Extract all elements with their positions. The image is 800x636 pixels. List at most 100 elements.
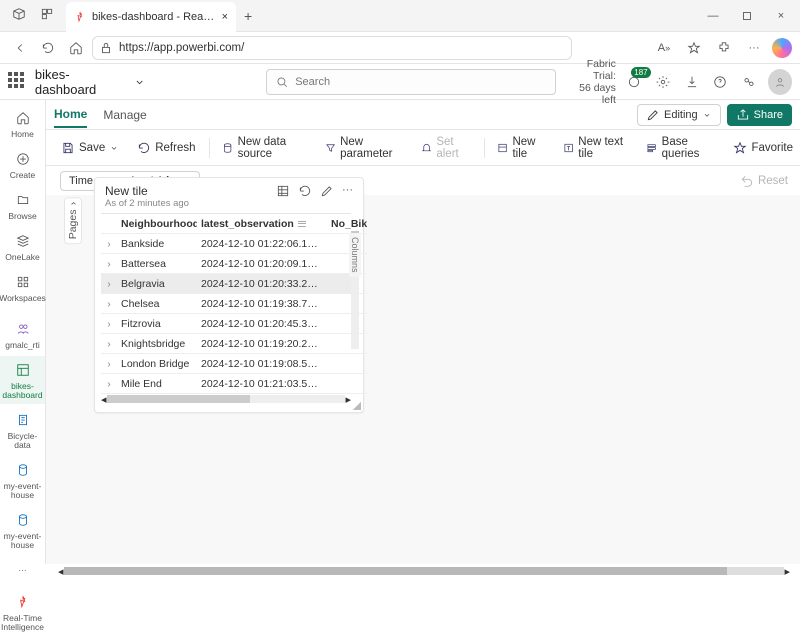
search-icon [275,75,289,89]
rail-gmalc-rti[interactable]: gmalc_rti [0,315,45,354]
col-neighbourhood[interactable]: Neighbourhood [117,214,197,234]
rail-rti[interactable]: Real-Time Intelligence [0,588,45,636]
bell-icon [421,141,432,155]
tile-table-icon[interactable] [276,184,290,201]
rail-my-event-house-1[interactable]: my-event-house [0,456,45,504]
powerbi-favicon [74,11,86,23]
lock-icon [99,41,113,55]
favorite-star-icon[interactable] [682,36,706,60]
col-latest-observation[interactable]: latest_observation [197,214,327,234]
help-icon[interactable] [710,71,731,93]
table-row[interactable]: ›Battersea2024-12-10 01:20:09.1020 [101,254,351,274]
canvas-horizontal-scrollbar[interactable]: ◂▸ [58,566,790,576]
col-no-bikes[interactable]: No_Bikes [327,214,367,234]
refresh-icon [137,141,151,155]
url-input[interactable]: https://app.powerbi.com/ [92,36,572,60]
rail-my-event-house-2[interactable]: my-event-house [0,506,45,554]
refresh-button[interactable]: Refresh [130,139,202,157]
new-parameter-button[interactable]: New parameter [318,134,410,162]
rail-onelake[interactable]: OneLake [0,227,45,266]
extensions-icon[interactable] [712,36,736,60]
user-avatar[interactable] [768,69,793,95]
maximize-button[interactable] [732,2,762,30]
close-window-button[interactable]: × [766,2,796,30]
home-browser-button[interactable] [64,36,88,60]
tab-manage[interactable]: Manage [103,103,146,127]
columns-panel-toggle[interactable]: Columns [349,233,361,277]
more-browser-icon[interactable]: ··· [742,36,766,60]
workspace-name: bikes-dashboard [35,67,126,97]
new-data-source-button[interactable]: New data source [215,134,314,162]
tile-refresh-icon[interactable] [298,184,312,201]
database-icon [222,141,233,155]
table-row[interactable]: ›Belgravia2024-12-10 01:20:33.2950 [101,274,351,294]
settings-gear-icon[interactable] [653,71,674,93]
rail-create[interactable]: Create [0,145,45,184]
navigation-rail: Home Create Browse OneLake Workspaces gm… [0,100,46,564]
back-button[interactable] [8,36,32,60]
notification-badge: 187 [631,67,650,78]
app-launcher-icon[interactable] [8,72,27,92]
reset-button[interactable]: Reset [740,174,788,188]
copilot-icon[interactable] [772,38,792,58]
rail-browse[interactable]: Browse [0,186,45,225]
editing-mode-button[interactable]: Editing [637,104,721,126]
tile-more-icon[interactable]: ··· [342,184,353,201]
tile-title: New tile [105,184,189,198]
feedback-icon[interactable] [739,71,760,93]
new-tab-button[interactable]: + [236,4,260,28]
queries-icon [646,141,657,155]
url-text: https://app.powerbi.com/ [119,42,244,54]
workspaces-icon[interactable] [40,7,54,24]
close-tab-icon[interactable]: × [222,11,228,23]
tab-home[interactable]: Home [54,102,87,128]
dashboard-canvas: Pages› New tile As of 2 minutes ago ··· [46,195,800,564]
new-tile-button[interactable]: New tile [490,134,552,162]
tile-subtitle: As of 2 minutes ago [105,198,189,209]
rail-bikes-dashboard[interactable]: bikes-dashboard [0,356,45,404]
minimize-button[interactable]: — [698,2,728,30]
pencil-icon [646,108,660,122]
workspace-chevron-icon[interactable] [133,75,146,89]
text-tile-icon [563,141,574,155]
rail-workspaces[interactable]: Workspaces [0,268,45,307]
undo-icon [740,174,754,188]
search-input[interactable]: Search [266,69,556,95]
table-row[interactable]: ›Chelsea2024-12-10 01:19:38.7430 [101,294,351,314]
rail-home[interactable]: Home [0,104,45,143]
save-icon [61,141,75,155]
download-icon[interactable] [681,71,702,93]
browser-tab-title: bikes-dashboard - Real-Time Inte [92,11,216,23]
notifications-icon[interactable]: 187 [624,71,645,93]
data-tile[interactable]: New tile As of 2 minutes ago ··· Neighbo… [94,177,364,413]
address-bar-row: https://app.powerbi.com/ A» ··· [0,32,800,64]
new-text-tile-button[interactable]: New text tile [556,134,635,162]
table-row[interactable]: ›Mile End2024-12-10 01:21:03.5970 [101,374,351,394]
save-button[interactable]: Save [54,139,126,157]
funnel-icon [325,141,336,155]
browser-tab[interactable]: bikes-dashboard - Real-Time Inte × [66,2,236,32]
share-button[interactable]: Share [727,104,792,126]
favorite-button[interactable]: Favorite [726,139,800,157]
app-header: bikes-dashboard Search Fabric Trial: 56 … [0,64,800,100]
tile-edit-icon[interactable] [320,184,334,201]
table-row[interactable]: ›London Bridge2024-12-10 01:19:08.5990 [101,354,351,374]
tile-resize-handle[interactable] [353,402,361,410]
read-aloud-icon[interactable]: A» [652,36,676,60]
chevron-down-icon [702,110,712,120]
data-grid: Neighbourhood latest_observation No_Bike… [101,213,351,394]
set-alert-button: Set alert [414,134,477,162]
refresh-browser-button[interactable] [36,36,60,60]
table-row[interactable]: ›Bankside2024-12-10 01:22:06.1730 [101,234,351,254]
tile-horizontal-scrollbar[interactable]: ◂▸ [101,394,351,404]
pages-panel-toggle[interactable]: Pages› [64,197,82,244]
share-icon [736,108,750,122]
search-placeholder: Search [295,76,330,88]
rail-bicycle-data[interactable]: Bicycle-data [0,406,45,454]
table-row[interactable]: ›Knightsbridge2024-12-10 01:19:20.2560 [101,334,351,354]
profile-icon[interactable] [12,7,26,24]
chevron-down-icon [109,143,119,153]
base-queries-button[interactable]: Base queries [639,134,722,162]
table-row[interactable]: ›Fitzrovia2024-12-10 01:20:45.3370 [101,314,351,334]
window-titlebar: bikes-dashboard - Real-Time Inte × + — × [0,0,800,32]
